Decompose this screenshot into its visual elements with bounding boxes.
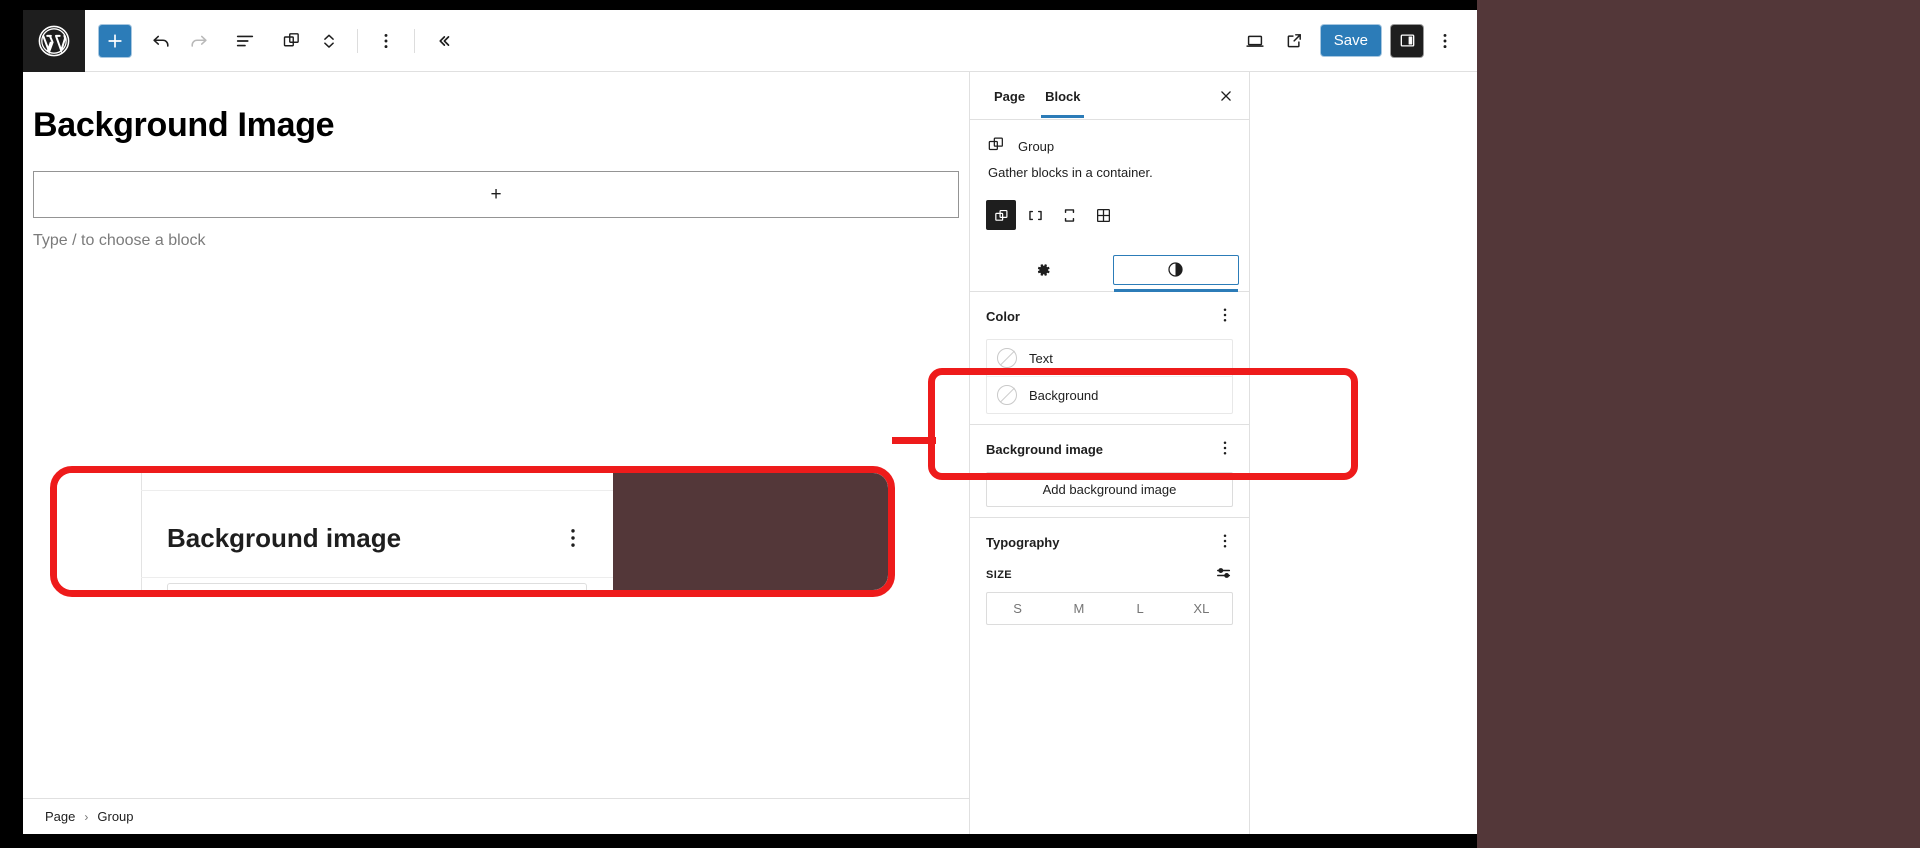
toolbar-divider <box>357 29 358 53</box>
color-panel-options-icon[interactable] <box>1217 306 1233 327</box>
add-block-button[interactable] <box>99 25 131 57</box>
font-size-label: SIZE <box>986 569 1012 581</box>
background-image-panel: Background image Add background image <box>970 425 1249 518</box>
typography-panel-header: Typography <box>986 532 1233 553</box>
background-image-panel-options-icon[interactable] <box>1217 439 1233 460</box>
callout-background-image-title: Background image <box>167 523 401 554</box>
canvas-content: Background Image + Type / to choose a bl… <box>23 72 969 250</box>
maroon-backdrop-right <box>1477 0 1920 848</box>
color-panel-header: Color <box>986 306 1233 327</box>
wordpress-block-editor: Save Background Image <box>23 10 1477 834</box>
color-option-background[interactable]: Background <box>987 376 1232 413</box>
move-updown-button[interactable] <box>311 23 347 59</box>
add-background-image-button[interactable]: Add background image <box>986 472 1233 507</box>
callout-add-background-image-button[interactable]: Add background image <box>167 583 587 597</box>
variation-stack-icon[interactable] <box>1054 200 1084 230</box>
color-option-label: Text <box>1029 351 1053 366</box>
color-panel-title: Color <box>986 309 1020 324</box>
toolbar-left-group <box>85 23 461 59</box>
no-color-swatch-icon <box>997 385 1017 405</box>
block-variations <box>970 186 1249 230</box>
callout-connector-line <box>892 437 936 444</box>
callout-maroon-fill <box>613 473 888 590</box>
window-frame-top <box>0 0 1477 10</box>
font-size-segmented-control: S M L XL <box>986 592 1233 625</box>
breadcrumb-item-group[interactable]: Group <box>97 809 133 824</box>
color-panel: Color Text <box>970 292 1249 425</box>
styles-tab[interactable] <box>1113 255 1240 285</box>
color-option-label: Background <box>1029 388 1098 403</box>
background-image-panel-title: Background image <box>986 442 1103 457</box>
tab-block[interactable]: Block <box>1035 74 1090 118</box>
window-frame-left <box>0 0 23 848</box>
custom-size-sliders-icon[interactable] <box>1215 565 1233 584</box>
more-options-button[interactable] <box>1427 23 1463 59</box>
settings-tab[interactable] <box>980 255 1107 285</box>
breadcrumb-item-page[interactable]: Page <box>45 809 75 824</box>
block-name: Group <box>1018 139 1054 154</box>
editor-body: Background Image + Type / to choose a bl… <box>23 72 1477 834</box>
background-image-panel-header: Background image <box>986 439 1233 460</box>
typography-panel: Typography SIZE <box>970 518 1249 635</box>
typography-panel-title: Typography <box>986 535 1059 550</box>
save-button[interactable]: Save <box>1321 25 1381 56</box>
tab-page[interactable]: Page <box>984 74 1035 118</box>
sidebar-tabs: Page Block <box>970 72 1249 120</box>
font-size-label-row: SIZE <box>986 565 1233 584</box>
sidebar-tool-tabs <box>970 248 1249 292</box>
no-color-swatch-icon <box>997 348 1017 368</box>
font-size-xl[interactable]: XL <box>1171 593 1232 624</box>
zoom-callout-magnified: Background image Add background image <box>50 466 895 597</box>
page-title[interactable]: Background Image <box>33 106 959 145</box>
zoom-callout-content: Background image Add background image <box>57 473 888 590</box>
block-options-button[interactable] <box>368 23 404 59</box>
color-option-text[interactable]: Text <box>987 340 1232 376</box>
block-inspector-sidebar: Page Block <box>970 72 1250 834</box>
undo-button[interactable] <box>143 23 179 59</box>
callout-options-icon[interactable] <box>562 525 584 556</box>
editor-header-toolbar: Save <box>23 10 1477 72</box>
block-info: Group Gather blocks in a container. <box>970 120 1249 186</box>
color-options-list: Text Background <box>986 339 1233 414</box>
close-icon[interactable] <box>1211 81 1241 111</box>
variation-group-icon[interactable] <box>986 200 1016 230</box>
group-icon <box>986 134 1006 159</box>
typography-panel-options-icon[interactable] <box>1217 532 1233 553</box>
laptop-icon[interactable] <box>1237 23 1273 59</box>
block-appender-plus-icon[interactable]: + <box>490 185 501 204</box>
gear-icon <box>1034 261 1052 279</box>
font-size-m[interactable]: M <box>1048 593 1109 624</box>
redo-button[interactable] <box>181 23 217 59</box>
screenshot-root: Save Background Image <box>0 0 1920 848</box>
external-link-icon[interactable] <box>1277 23 1313 59</box>
breadcrumb-separator: › <box>84 810 88 824</box>
toolbar-divider-2 <box>414 29 415 53</box>
collapse-toolbar-button[interactable] <box>425 23 461 59</box>
group-blocks-button[interactable] <box>273 23 309 59</box>
paragraph-placeholder[interactable]: Type / to choose a block <box>33 218 959 250</box>
toolbar-right-group: Save <box>1237 23 1477 59</box>
block-description: Gather blocks in a container. <box>988 165 1233 180</box>
settings-sidebar-toggle[interactable] <box>1391 25 1423 57</box>
font-size-l[interactable]: L <box>1110 593 1171 624</box>
wordpress-logo[interactable] <box>23 10 85 72</box>
variation-row-icon[interactable] <box>1020 200 1050 230</box>
contrast-half-circle-icon <box>1166 260 1185 279</box>
variation-grid-icon[interactable] <box>1088 200 1118 230</box>
editor-canvas[interactable]: Background Image + Type / to choose a bl… <box>23 72 970 834</box>
list-view-button[interactable] <box>227 23 263 59</box>
window-frame-bottom <box>0 834 1477 848</box>
font-size-s[interactable]: S <box>987 593 1048 624</box>
group-block[interactable]: + <box>33 171 959 218</box>
breadcrumb: Page › Group <box>23 798 970 834</box>
